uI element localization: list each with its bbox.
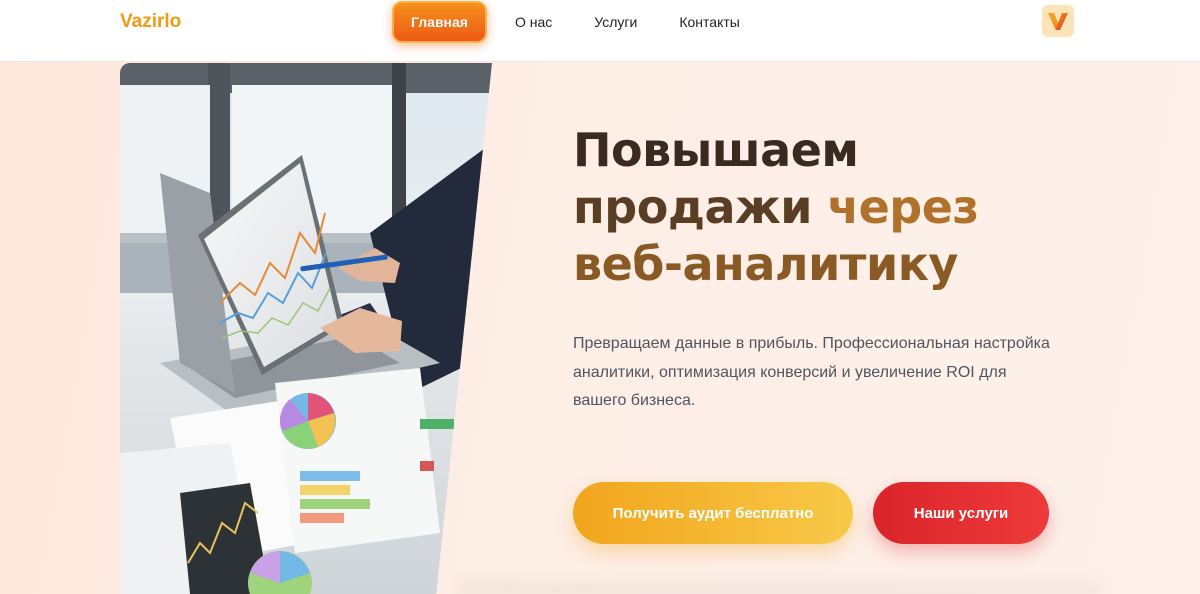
site-logo[interactable]: Vazirlo [120, 11, 181, 33]
v-logo-icon [1048, 13, 1068, 30]
nav-contacts[interactable]: Контакты [665, 1, 753, 43]
section-divider-shadow [460, 578, 1100, 594]
hero-title-line2b: через [827, 180, 980, 234]
hero-title-line3: веб-аналитику [573, 237, 958, 291]
get-audit-button[interactable]: Получить аудит бесплатно [573, 482, 853, 544]
nav-services[interactable]: Услуги [580, 1, 651, 43]
nav-home[interactable]: Главная [392, 1, 487, 43]
site-header: Vazirlo Главная О нас Услуги Контакты [0, 0, 1200, 62]
hero-title: Повышаем продажи через веб-аналитику [573, 122, 1093, 293]
nav-about[interactable]: О нас [501, 1, 566, 43]
our-services-button[interactable]: Наши услуги [873, 482, 1049, 544]
hero-title-line2a: продажи [573, 180, 813, 234]
hero-title-line1: Повышаем [573, 123, 859, 177]
brand-badge[interactable] [1042, 5, 1074, 37]
hero-image [120, 63, 492, 594]
hero-description: Превращаем данные в прибыль. Профессиона… [573, 335, 1050, 409]
main-nav: Главная О нас Услуги Контакты [392, 0, 754, 44]
